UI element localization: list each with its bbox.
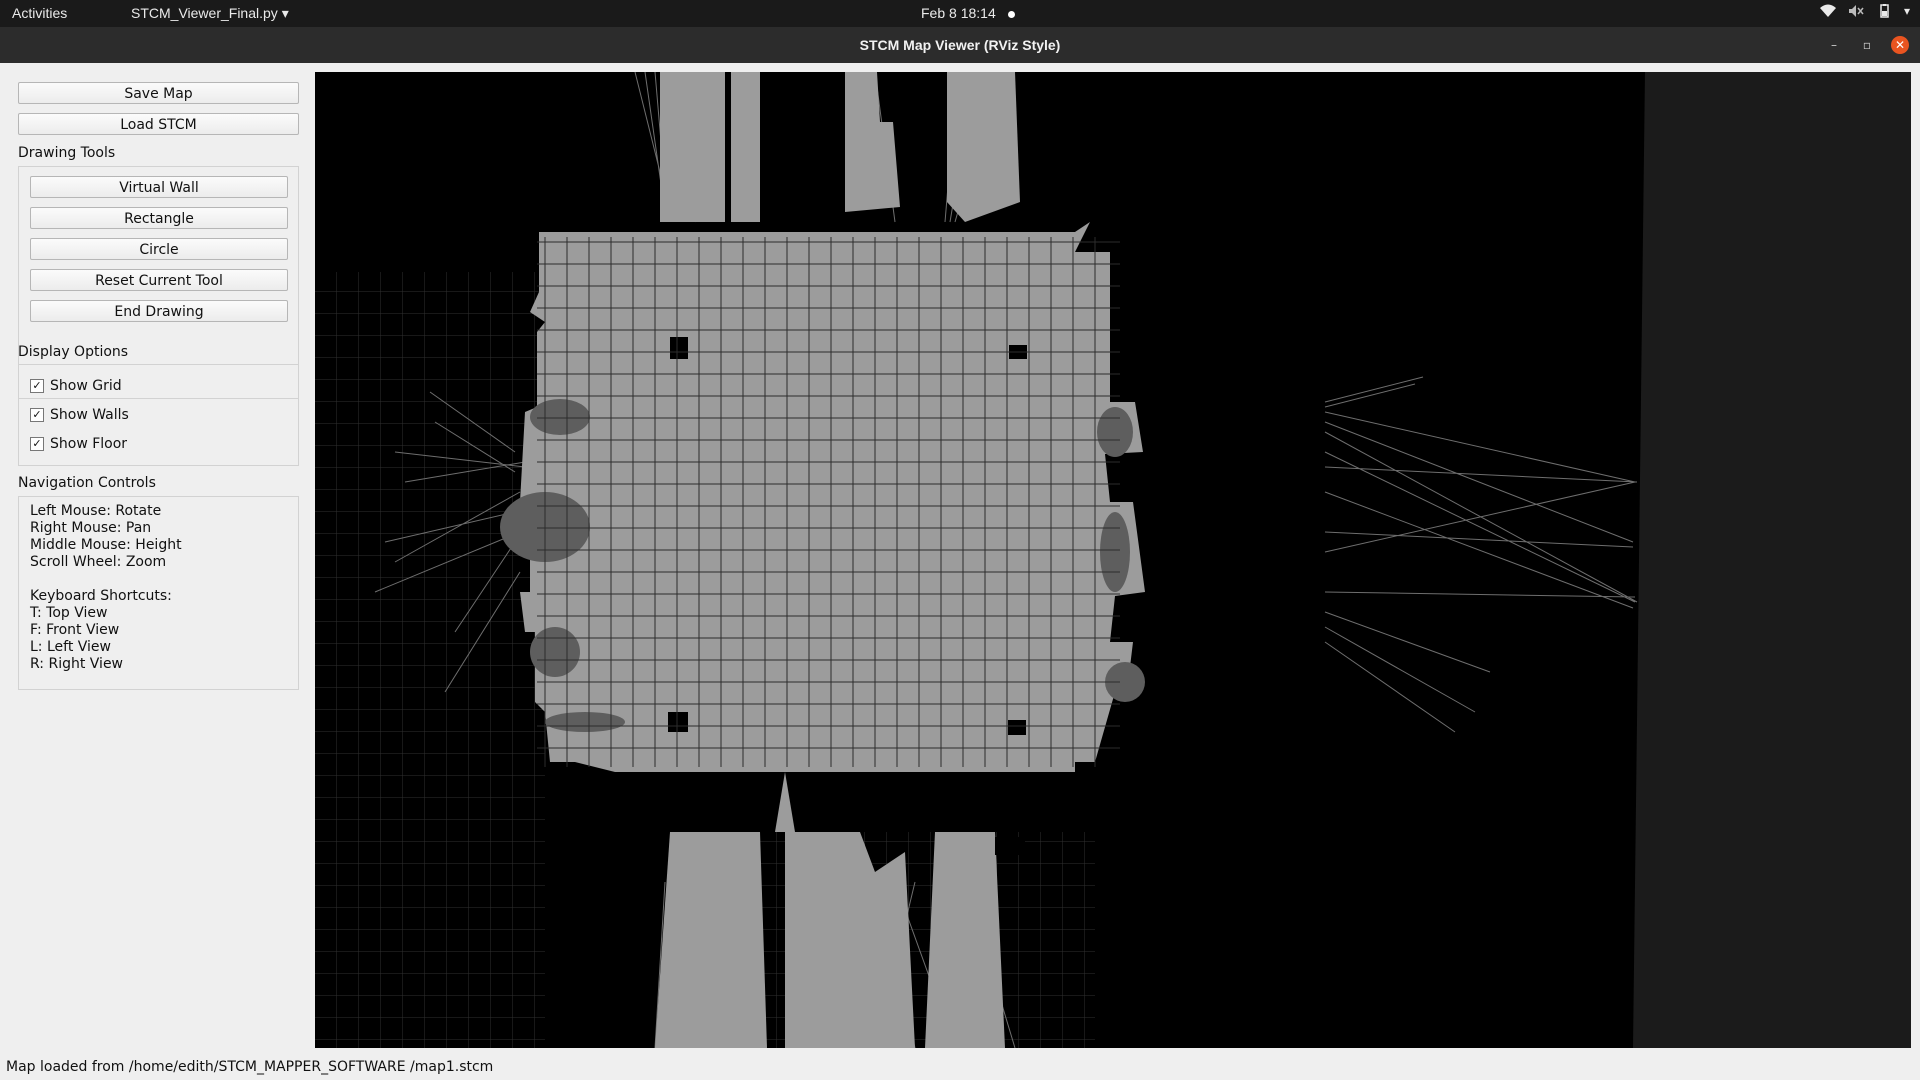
navigation-help-text: Left Mouse: Rotate Right Mouse: Pan Midd…	[30, 503, 182, 672]
unexplored-region	[1633, 72, 1911, 1048]
virtual-wall-button[interactable]: Virtual Wall	[30, 176, 288, 198]
clock-label: Feb 8 18:14	[921, 5, 996, 21]
checkmark-icon: ✓	[30, 408, 44, 422]
control-panel: Save Map Load STCM Drawing Tools Virtual…	[0, 63, 312, 1048]
load-stcm-button[interactable]: Load STCM	[18, 113, 299, 135]
system-tray[interactable]: ▾	[1819, 4, 1910, 18]
activities-button[interactable]: Activities	[12, 5, 67, 21]
app-menu-label: STCM_Viewer_Final.py	[131, 5, 278, 21]
save-map-button[interactable]: Save Map	[18, 82, 299, 104]
rectangle-button[interactable]: Rectangle	[30, 207, 288, 229]
checkmark-icon: ✓	[30, 379, 44, 393]
status-bar-message: Map loaded from /home/edith/STCM_MAPPER_…	[6, 1059, 494, 1075]
app-menu[interactable]: STCM_Viewer_Final.py ▾	[131, 5, 289, 22]
window-title-bar[interactable]: STCM Map Viewer (RViz Style) – ▫ ✕	[0, 27, 1920, 63]
end-drawing-button[interactable]: End Drawing	[30, 300, 288, 322]
clock[interactable]: Feb 8 18:14	[921, 5, 1015, 21]
chevron-down-icon: ▾	[281, 5, 289, 21]
close-icon[interactable]: ✕	[1891, 36, 1909, 54]
map-viewport[interactable]	[315, 72, 1911, 1048]
window-title: STCM Map Viewer (RViz Style)	[859, 37, 1061, 53]
chevron-down-icon: ▾	[1903, 4, 1910, 18]
reset-current-tool-button[interactable]: Reset Current Tool	[30, 269, 288, 291]
show-floor-label: Show Floor	[50, 436, 128, 452]
drawing-tools-label: Drawing Tools	[18, 145, 116, 161]
checkmark-icon: ✓	[30, 437, 44, 451]
volume-muted-icon	[1848, 5, 1864, 17]
display-options-label: Display Options	[18, 344, 129, 360]
battery-icon	[1880, 4, 1889, 18]
system-top-bar: Activities STCM_Viewer_Final.py ▾ Feb 8 …	[0, 0, 1920, 27]
show-walls-checkbox[interactable]: ✓ Show Walls	[30, 406, 129, 424]
wifi-icon	[1819, 4, 1836, 17]
show-grid-label: Show Grid	[50, 378, 122, 394]
show-grid-checkbox[interactable]: ✓ Show Grid	[30, 377, 122, 395]
circle-button[interactable]: Circle	[30, 238, 288, 260]
show-floor-checkbox[interactable]: ✓ Show Floor	[30, 435, 127, 453]
notification-dot-icon	[1007, 10, 1015, 18]
outer-grid	[315, 272, 545, 1048]
show-walls-label: Show Walls	[50, 407, 129, 423]
occupancy-map[interactable]	[315, 72, 1911, 1048]
minimize-icon[interactable]: –	[1825, 36, 1843, 54]
navigation-controls-label: Navigation Controls	[18, 475, 156, 491]
maximize-icon[interactable]: ▫	[1858, 36, 1876, 54]
